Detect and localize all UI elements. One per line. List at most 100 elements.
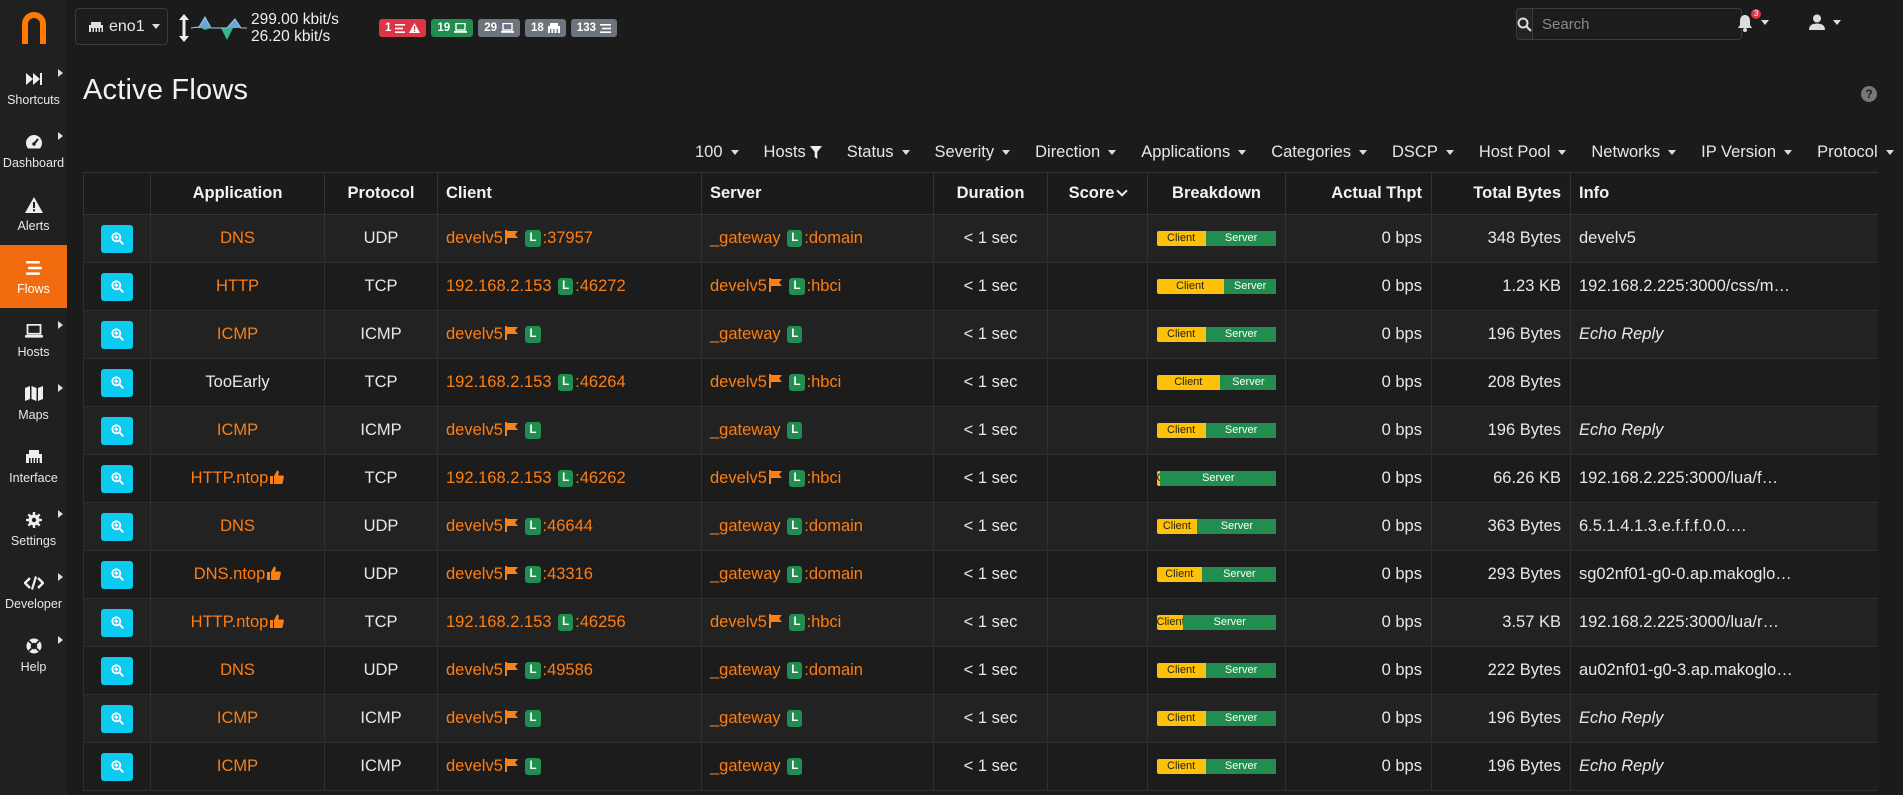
client-port-link[interactable]: :37957 (543, 229, 593, 247)
ntopng-logo[interactable] (0, 0, 67, 56)
client-port-link[interactable]: :46272 (575, 277, 625, 295)
filter-severity[interactable]: Severity (922, 143, 1023, 162)
search-input[interactable] (1533, 8, 1742, 40)
flow-details-button[interactable] (101, 560, 133, 589)
filter-applications[interactable]: Applications (1128, 143, 1258, 162)
application-link[interactable]: ICMP (217, 757, 258, 775)
client-port-link[interactable]: :46264 (575, 373, 625, 391)
client-host-link[interactable]: develv5 (446, 565, 503, 583)
sidebar-item-developer[interactable]: Developer (0, 560, 67, 623)
application-link[interactable]: DNS.ntop (194, 565, 266, 583)
client-port-link[interactable]: :49586 (543, 661, 593, 679)
sidebar-item-interface[interactable]: Interface (0, 434, 67, 497)
col-server[interactable]: Server (701, 172, 934, 215)
client-host-link[interactable]: develv5 (446, 661, 503, 679)
notifications-button[interactable]: 3 (1737, 9, 1769, 34)
sidebar-item-maps[interactable]: Maps (0, 371, 67, 434)
server-port-link[interactable]: :hbci (807, 613, 842, 631)
client-host-link[interactable]: develv5 (446, 709, 503, 727)
application-link[interactable]: DNS (220, 229, 255, 247)
user-menu[interactable] (1809, 14, 1843, 34)
application-link[interactable]: HTTP.ntop (191, 469, 269, 487)
col-score[interactable]: Score (1047, 172, 1148, 215)
sidebar-item-dashboard[interactable]: Dashboard (0, 119, 67, 182)
server-host-link[interactable]: _gateway (710, 565, 781, 583)
application-link[interactable]: DNS (220, 661, 255, 679)
client-host-link[interactable]: develv5 (446, 229, 503, 247)
client-host-link[interactable]: develv5 (446, 757, 503, 775)
server-host-link[interactable]: _gateway (710, 229, 781, 247)
help-icon[interactable]: ? (1861, 86, 1877, 102)
application-link[interactable]: ICMP (217, 421, 258, 439)
flow-details-button[interactable] (101, 752, 133, 781)
client-host-link[interactable]: develv5 (446, 517, 503, 535)
filter-hosts[interactable]: Hosts (751, 143, 834, 162)
server-host-link[interactable]: _gateway (710, 421, 781, 439)
application-link[interactable]: DNS (220, 517, 255, 535)
col-total-bytes[interactable]: Total Bytes (1431, 172, 1571, 215)
application-link[interactable]: HTTP.ntop (191, 613, 269, 631)
flow-details-button[interactable] (101, 320, 133, 349)
filter-100[interactable]: 100 (682, 143, 751, 162)
server-port-link[interactable]: :domain (804, 565, 863, 583)
filter-status[interactable]: Status (834, 143, 922, 162)
col-actual-thpt[interactable]: Actual Thpt (1285, 172, 1432, 215)
server-host-link[interactable]: _gateway (710, 661, 781, 679)
sidebar-item-help[interactable]: Help (0, 623, 67, 686)
server-host-link[interactable]: develv5 (710, 613, 767, 631)
filter-dscp[interactable]: DSCP (1379, 143, 1466, 162)
filter-networks[interactable]: Networks (1578, 143, 1688, 162)
server-host-link[interactable]: _gateway (710, 757, 781, 775)
throughput-widget[interactable]: 299.00 kbit/s 26.20 kbit/s (177, 10, 339, 46)
filter-ip-version[interactable]: IP Version (1688, 143, 1804, 162)
sidebar-item-hosts[interactable]: Hosts (0, 308, 67, 371)
hosts-badge[interactable]: 29 (478, 19, 520, 37)
col-duration[interactable]: Duration (933, 172, 1048, 215)
client-host-link[interactable]: develv5 (446, 325, 503, 343)
flow-details-button[interactable] (101, 224, 133, 253)
flow-details-button[interactable] (101, 656, 133, 685)
server-port-link[interactable]: :domain (804, 517, 863, 535)
search-button[interactable] (1516, 8, 1533, 40)
server-port-link[interactable]: :hbci (807, 277, 842, 295)
server-host-link[interactable]: _gateway (710, 709, 781, 727)
devices-badge[interactable]: 18 (525, 19, 566, 37)
sidebar-item-settings[interactable]: Settings (0, 497, 67, 560)
local-hosts-badge[interactable]: 19 (431, 19, 474, 37)
server-port-link[interactable]: :domain (804, 229, 863, 247)
client-port-link[interactable]: :43316 (543, 565, 593, 583)
flow-details-button[interactable] (101, 464, 133, 493)
server-host-link[interactable]: develv5 (710, 469, 767, 487)
client-host-link[interactable]: 192.168.2.153 (446, 277, 552, 295)
server-host-link[interactable]: _gateway (710, 325, 781, 343)
alerts-badge[interactable]: 1 (379, 19, 427, 37)
filter-protocol[interactable]: Protocol (1804, 143, 1903, 162)
filter-host-pool[interactable]: Host Pool (1466, 143, 1579, 162)
server-port-link[interactable]: :domain (804, 661, 863, 679)
flow-details-button[interactable] (101, 272, 133, 301)
sidebar-item-shortcuts[interactable]: Shortcuts (0, 56, 67, 119)
flows-badge[interactable]: 133 (570, 19, 617, 37)
client-port-link[interactable]: :46256 (575, 613, 625, 631)
server-host-link[interactable]: develv5 (710, 277, 767, 295)
col-protocol[interactable]: Protocol (324, 172, 438, 215)
server-port-link[interactable]: :hbci (807, 373, 842, 391)
client-port-link[interactable]: :46644 (543, 517, 593, 535)
application-link[interactable]: HTTP (216, 277, 259, 295)
client-host-link[interactable]: 192.168.2.153 (446, 613, 552, 631)
server-host-link[interactable]: _gateway (710, 517, 781, 535)
interface-selector[interactable]: eno1 (75, 8, 168, 45)
flow-details-button[interactable] (101, 608, 133, 637)
flow-details-button[interactable] (101, 416, 133, 445)
flow-details-button[interactable] (101, 512, 133, 541)
client-host-link[interactable]: develv5 (446, 421, 503, 439)
flow-details-button[interactable] (101, 704, 133, 733)
client-port-link[interactable]: :46262 (575, 469, 625, 487)
application-link[interactable]: ICMP (217, 709, 258, 727)
filter-direction[interactable]: Direction (1022, 143, 1128, 162)
sidebar-item-flows[interactable]: Flows (0, 245, 67, 308)
flow-details-button[interactable] (101, 368, 133, 397)
server-port-link[interactable]: :hbci (807, 469, 842, 487)
client-host-link[interactable]: 192.168.2.153 (446, 469, 552, 487)
server-host-link[interactable]: develv5 (710, 373, 767, 391)
